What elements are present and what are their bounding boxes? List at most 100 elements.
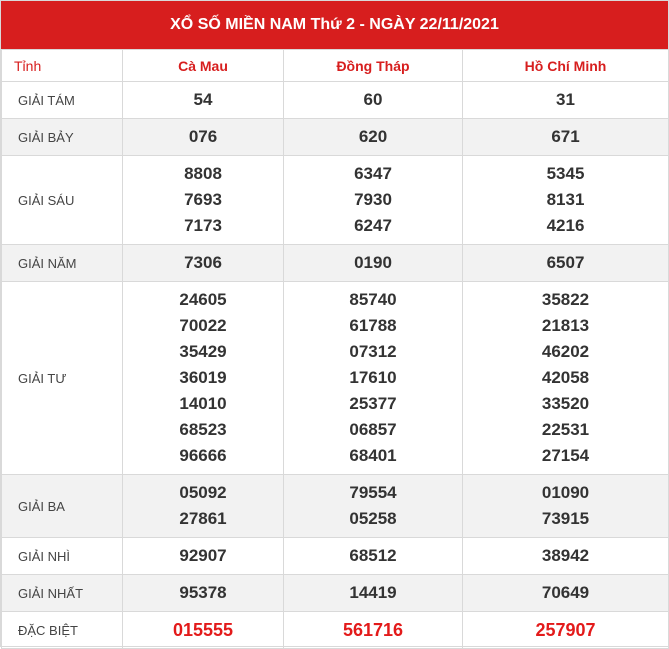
prize-cell: 015555 (122, 611, 284, 649)
prize-label: GIẢI BẢY (1, 118, 123, 156)
prize-cell: 70649 (462, 574, 669, 612)
prize-cell: 31 (462, 81, 669, 119)
prize-cell: 24605 70022 35429 36019 14010 68523 96666 (122, 281, 284, 475)
prize-cell: 076 (122, 118, 284, 156)
province-name[interactable]: Đồng Tháp (283, 49, 463, 82)
prize-number: 61788 (349, 316, 397, 335)
prize-number: 68401 (349, 446, 397, 465)
prize-cell: 05092 27861 (122, 474, 284, 538)
prize-number: 17610 (349, 368, 397, 387)
prize-cell: 561716 (283, 611, 463, 649)
prize-label: GIẢI BA (1, 474, 123, 538)
prize-cell: 7306 (122, 244, 284, 282)
prize-number: 257907 (535, 620, 596, 640)
prize-number: 96666 (179, 446, 227, 465)
prize-number: 8808 (184, 164, 222, 183)
prize-number: 22531 (541, 420, 590, 439)
prize-cell: 671 (462, 118, 669, 156)
prize-number: 4216 (546, 216, 585, 235)
prize-cell: 5345 8131 4216 (462, 155, 669, 245)
prize-number: 79554 (349, 483, 397, 502)
prize-number: 5345 (546, 164, 585, 183)
prize-number: 0190 (354, 253, 392, 272)
prize-row: GIẢI NHÌ 92907 68512 38942 (1, 537, 669, 575)
prize-cell: 620 (283, 118, 463, 156)
prize-number: 70022 (179, 316, 227, 335)
prize-cell: 0190 (283, 244, 463, 282)
table-header-row: Tỉnh Cà Mau Đồng Tháp Hồ Chí Minh (1, 49, 669, 82)
prize-cell: 257907 (462, 611, 669, 649)
results-table: Tỉnh Cà Mau Đồng Tháp Hồ Chí Minh GIẢI T… (1, 49, 669, 649)
prize-row: GIẢI SÁU 8808 7693 7173 6347 7930 6247 5345 8131… (1, 155, 669, 245)
prize-cell: 68512 (283, 537, 463, 575)
prize-number: 01090 (541, 483, 590, 502)
prize-row: GIẢI BẢY 076 620 671 (1, 118, 669, 156)
prize-number: 6247 (354, 216, 392, 235)
prize-row: GIẢI BA 05092 27861 79554 05258 01090 73915 (1, 474, 669, 538)
province-column-label: Tỉnh (1, 49, 123, 82)
prize-cell: 38942 (462, 537, 669, 575)
prize-number: 14419 (349, 583, 397, 602)
prize-row: GIẢI TÁM 54 60 31 (1, 81, 669, 119)
prize-number: 7306 (184, 253, 222, 272)
prize-number: 42058 (541, 368, 590, 387)
province-name[interactable]: Hồ Chí Minh (462, 49, 669, 82)
prize-number: 7693 (184, 190, 222, 209)
prize-number: 25377 (349, 394, 397, 413)
prize-number: 7173 (184, 216, 222, 235)
prize-cell: 85740 61788 07312 17610 25377 06857 68401 (283, 281, 463, 475)
prize-number: 05258 (349, 509, 397, 528)
prize-label: GIẢI TƯ (1, 281, 123, 475)
page-title: XỔ SỐ MIỀN NAM Thứ 2 - NGÀY 22/11/2021 (1, 1, 668, 49)
prize-number: 73915 (541, 509, 590, 528)
prize-number: 14010 (179, 394, 227, 413)
prize-number: 21813 (541, 316, 590, 335)
prize-cell: 8808 7693 7173 (122, 155, 284, 245)
prize-number: 24605 (179, 290, 227, 309)
prize-row: GIẢI NHẤT 95378 14419 70649 (1, 574, 669, 612)
prize-number: 076 (188, 127, 218, 146)
prize-number: 70649 (541, 583, 590, 602)
province-name[interactable]: Cà Mau (122, 49, 284, 82)
prize-number: 015555 (172, 620, 234, 640)
prize-cell: 01090 73915 (462, 474, 669, 538)
prize-label: ĐẶC BIỆT (1, 611, 123, 649)
prize-number: 85740 (349, 290, 397, 309)
prize-label: GIẢI NĂM (1, 244, 123, 282)
prize-number: 36019 (179, 368, 227, 387)
prize-label: GIẢI SÁU (1, 155, 123, 245)
prize-number: 54 (193, 90, 213, 109)
prize-cell: 54 (122, 81, 284, 119)
prize-number: 7930 (354, 190, 392, 209)
prize-number: 35429 (179, 342, 227, 361)
prize-number: 6507 (546, 253, 585, 272)
results-panel: XỔ SỐ MIỀN NAM Thứ 2 - NGÀY 22/11/2021 T… (0, 0, 669, 649)
prize-number: 33520 (541, 394, 590, 413)
prize-number: 05092 (179, 483, 227, 502)
prize-cell: 95378 (122, 574, 284, 612)
prize-cell: 35822 21813 46202 42058 33520 22531 27154 (462, 281, 669, 475)
prize-cell: 6507 (462, 244, 669, 282)
prize-cell: 6347 7930 6247 (283, 155, 463, 245)
prize-number: 68512 (349, 546, 397, 565)
prize-number: 06857 (349, 420, 397, 439)
prize-number: 68523 (179, 420, 227, 439)
prize-number: 27861 (179, 509, 227, 528)
prize-label: GIẢI NHÌ (1, 537, 123, 575)
prize-number: 8131 (546, 190, 585, 209)
prize-cell: 60 (283, 81, 463, 119)
prize-cell: 79554 05258 (283, 474, 463, 538)
prize-number: 671 (551, 127, 580, 146)
prize-number: 60 (363, 90, 383, 109)
special-prize-row: ĐẶC BIỆT 015555 561716 257907 (1, 611, 669, 649)
prize-number: 31 (556, 90, 575, 109)
prize-cell: 92907 (122, 537, 284, 575)
prize-number: 92907 (179, 546, 227, 565)
prize-label: GIẢI TÁM (1, 81, 123, 119)
prize-number: 07312 (349, 342, 397, 361)
prize-row: GIẢI NĂM 7306 0190 6507 (1, 244, 669, 282)
prize-number: 561716 (342, 620, 404, 640)
prize-number: 620 (358, 127, 388, 146)
prize-number: 46202 (541, 342, 590, 361)
prize-cell: 14419 (283, 574, 463, 612)
